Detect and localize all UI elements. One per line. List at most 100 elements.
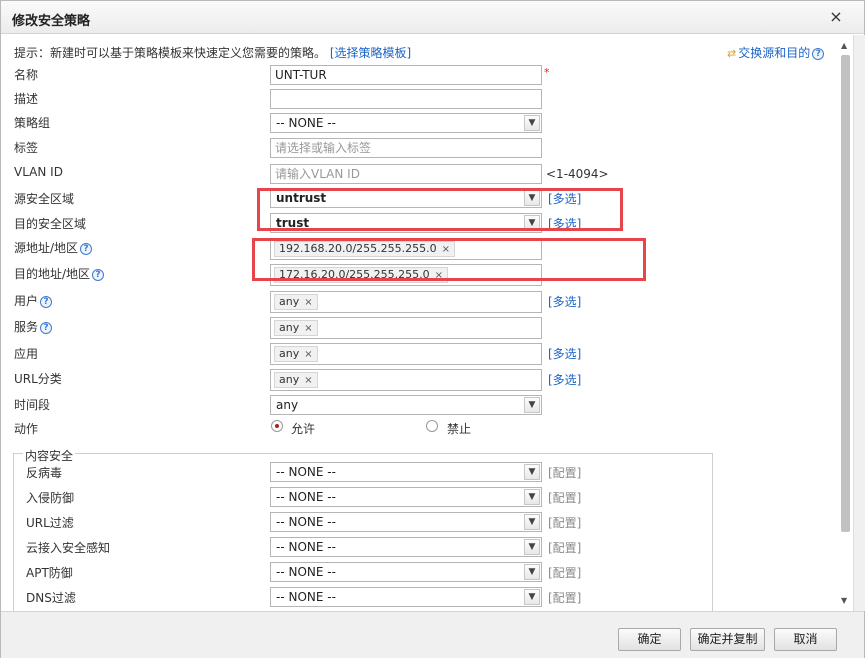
help-icon[interactable]: ? xyxy=(812,47,825,60)
apt-defense-select[interactable]: -- NONE -- ▼ xyxy=(270,562,542,582)
url-filter-label: URL过滤 xyxy=(26,516,74,530)
service-tag-text: any xyxy=(279,321,300,334)
name-input[interactable]: UNT-TUR xyxy=(270,65,542,85)
swap-src-dst-label: 交换源和目的 xyxy=(738,46,811,60)
remove-tag-icon[interactable]: × xyxy=(304,323,312,334)
destination-address-label: 目的地址/地区? xyxy=(14,265,105,282)
chevron-down-icon[interactable]: ▼ xyxy=(524,115,540,131)
ok-button[interactable]: 确定 xyxy=(618,628,681,651)
url-filter-select[interactable]: -- NONE -- ▼ xyxy=(270,512,542,532)
chevron-down-icon[interactable]: ▼ xyxy=(524,464,540,480)
name-label: 名称 xyxy=(14,68,39,82)
help-icon[interactable]: ? xyxy=(40,321,53,334)
chevron-down-icon[interactable]: ▼ xyxy=(524,397,540,413)
user-tag-text: any xyxy=(279,295,300,308)
user-input[interactable]: any × xyxy=(270,291,542,313)
dns-filter-select[interactable]: -- NONE -- ▼ xyxy=(270,587,542,607)
antivirus-config-link[interactable]: [配置] xyxy=(548,464,581,481)
application-input[interactable]: any × xyxy=(270,343,542,365)
vlan-id-input[interactable]: 请输入VLAN ID xyxy=(270,164,542,184)
dialog-title: 修改安全策略 xyxy=(12,14,91,29)
application-label: 应用 xyxy=(14,347,39,361)
vlan-id-label: VLAN ID xyxy=(14,165,63,179)
application-tag-text: any xyxy=(279,347,300,360)
ips-select[interactable]: -- NONE -- ▼ xyxy=(270,487,542,507)
policy-group-value: -- NONE -- xyxy=(276,116,336,130)
ips-config-link[interactable]: [配置] xyxy=(548,489,581,506)
deny-radio-label[interactable]: 禁止 xyxy=(447,420,471,437)
help-icon[interactable]: ? xyxy=(40,295,53,308)
cloud-access-select[interactable]: -- NONE -- ▼ xyxy=(270,537,542,557)
remove-tag-icon[interactable]: × xyxy=(304,375,312,386)
apt-defense-value: -- NONE -- xyxy=(276,565,336,579)
user-label: 用户? xyxy=(14,292,53,309)
allow-radio-label[interactable]: 允许 xyxy=(291,420,315,437)
remove-tag-icon[interactable]: × xyxy=(304,297,312,308)
scroll-down-icon[interactable]: ▼ xyxy=(841,596,847,605)
cloud-access-config-link[interactable]: [配置] xyxy=(548,539,581,556)
tag-input[interactable]: 请选择或输入标签 xyxy=(270,138,542,158)
description-input[interactable] xyxy=(270,89,542,109)
vertical-scrollbar[interactable]: ▲ ▼ xyxy=(839,41,853,609)
ok-and-copy-button[interactable]: 确定并复制 xyxy=(690,628,765,651)
service-input[interactable]: any × xyxy=(270,317,542,339)
close-icon[interactable]: × xyxy=(828,8,844,26)
allow-radio[interactable] xyxy=(271,420,283,432)
vlan-range-hint: <1-4094> xyxy=(546,167,609,181)
dialog-titlebar[interactable]: 修改安全策略 × xyxy=(1,1,864,34)
dns-filter-value: -- NONE -- xyxy=(276,590,336,604)
content-security-legend: 内容安全 xyxy=(23,447,76,464)
edit-security-policy-dialog: 修改安全策略 × 提示：新建时可以基于策略模板来快速定义您需要的策略。 [选择策… xyxy=(0,0,865,658)
scrollbar-thumb[interactable] xyxy=(841,55,850,532)
source-zone-label: 源安全区域 xyxy=(14,192,75,206)
tip-text: 提示：新建时可以基于策略模板来快速定义您需要的策略。 [选择策略模板] xyxy=(14,44,411,61)
user-multi-select[interactable]: [多选] xyxy=(548,293,581,310)
destination-zone-label: 目的安全区域 xyxy=(14,217,87,231)
chevron-down-icon[interactable]: ▼ xyxy=(524,489,540,505)
policy-group-label: 策略组 xyxy=(14,116,51,130)
service-tag: any × xyxy=(274,320,318,336)
background-window-edge xyxy=(853,35,865,611)
action-label: 动作 xyxy=(14,422,39,436)
ips-value: -- NONE -- xyxy=(276,490,336,504)
required-mark: * xyxy=(544,66,550,79)
tip-message: 提示：新建时可以基于策略模板来快速定义您需要的策略。 xyxy=(14,46,327,60)
select-policy-template-link[interactable]: [选择策略模板] xyxy=(330,46,411,60)
antivirus-select[interactable]: -- NONE -- ▼ xyxy=(270,462,542,482)
chevron-down-icon[interactable]: ▼ xyxy=(524,539,540,555)
service-label-text: 服务 xyxy=(14,320,39,334)
schedule-select[interactable]: any ▼ xyxy=(270,395,542,415)
highlight-box-addresses xyxy=(252,238,646,281)
description-label: 描述 xyxy=(14,92,39,106)
dialog-footer: 确定 确定并复制 取消 xyxy=(1,611,864,658)
cancel-button[interactable]: 取消 xyxy=(774,628,837,651)
cloud-access-value: -- NONE -- xyxy=(276,540,336,554)
highlight-box-zones xyxy=(257,188,623,231)
help-icon[interactable]: ? xyxy=(80,242,93,255)
remove-tag-icon[interactable]: × xyxy=(304,349,312,360)
url-category-multi-select[interactable]: [多选] xyxy=(548,371,581,388)
deny-radio[interactable] xyxy=(426,420,438,432)
user-tag: any × xyxy=(274,294,318,310)
application-multi-select[interactable]: [多选] xyxy=(548,345,581,362)
help-icon[interactable]: ? xyxy=(92,268,105,281)
tag-label: 标签 xyxy=(14,141,39,155)
chevron-down-icon[interactable]: ▼ xyxy=(524,514,540,530)
url-category-label: URL分类 xyxy=(14,372,62,386)
policy-group-select[interactable]: -- NONE -- ▼ xyxy=(270,113,542,133)
ips-label: 入侵防御 xyxy=(26,491,75,505)
url-filter-config-link[interactable]: [配置] xyxy=(548,514,581,531)
destination-address-label-text: 目的地址/地区 xyxy=(14,267,91,281)
dns-filter-config-link[interactable]: [配置] xyxy=(548,589,581,606)
swap-src-dst-link[interactable]: ⇄ 交换源和目的? xyxy=(727,44,825,61)
scroll-up-icon[interactable]: ▲ xyxy=(841,41,847,50)
chevron-down-icon[interactable]: ▼ xyxy=(524,589,540,605)
apt-defense-config-link[interactable]: [配置] xyxy=(548,564,581,581)
antivirus-value: -- NONE -- xyxy=(276,465,336,479)
dns-filter-label: DNS过滤 xyxy=(26,591,76,605)
chevron-down-icon[interactable]: ▼ xyxy=(524,564,540,580)
schedule-label: 时间段 xyxy=(14,398,51,412)
url-category-input[interactable]: any × xyxy=(270,369,542,391)
apt-defense-label: APT防御 xyxy=(26,566,73,580)
user-label-text: 用户 xyxy=(14,294,39,308)
